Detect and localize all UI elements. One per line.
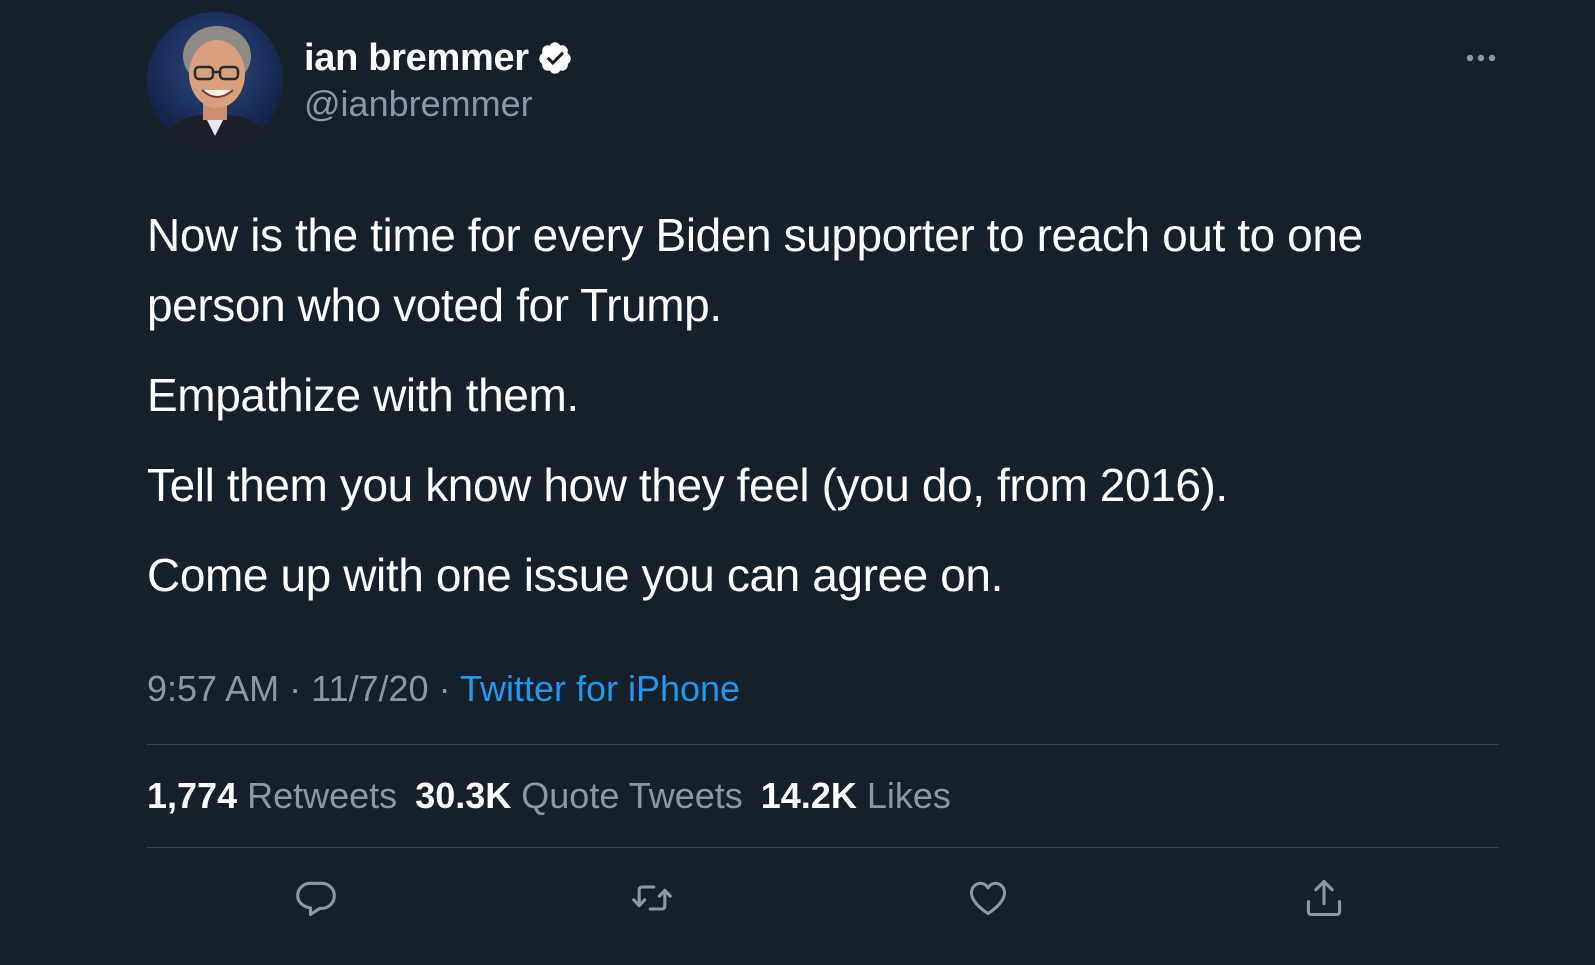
tweet-time[interactable]: 9:57 AM [147, 668, 279, 709]
likes-count: 14.2K [760, 775, 857, 816]
retweet-icon[interactable] [630, 876, 674, 920]
action-bar [0, 872, 1595, 928]
avatar-image [147, 12, 283, 148]
divider [147, 847, 1499, 848]
tweet-paragraph: Tell them you know how they feel (you do… [147, 459, 1228, 511]
tweet-paragraph: Empathize with them. [147, 369, 579, 421]
tweet-meta: 9:57 AM · 11/7/20 · Twitter for iPhone [147, 664, 740, 714]
meta-separator: · [289, 668, 302, 709]
avatar[interactable] [147, 12, 283, 148]
tweet-date[interactable]: 11/7/20 [311, 668, 428, 709]
likes-label: Likes [866, 775, 951, 816]
name-row: ian bremmer [304, 34, 573, 82]
share-icon[interactable] [1302, 876, 1346, 920]
display-name[interactable]: ian bremmer [304, 37, 529, 80]
tweet-paragraph: Now is the time for every Biden supporte… [147, 209, 1363, 331]
like-icon[interactable] [966, 876, 1010, 920]
quote-tweets-label: Quote Tweets [521, 775, 743, 816]
reply-icon[interactable] [294, 876, 338, 920]
retweets-label: Retweets [247, 775, 398, 816]
verified-badge-icon [539, 42, 571, 74]
retweets-count: 1,774 [147, 775, 238, 816]
quote-tweets-stat[interactable]: 30.3K Quote Tweets [415, 770, 743, 822]
likes-stat[interactable]: 14.2K Likes [761, 770, 951, 822]
tweet-source-link[interactable]: Twitter for iPhone [460, 668, 740, 709]
tweet-text: Now is the time for every Biden supporte… [147, 200, 1507, 630]
divider [147, 744, 1499, 745]
handle[interactable]: @ianbremmer [304, 82, 573, 126]
tweet-detail: ian bremmer @ianbremmer Now is the time … [0, 0, 1595, 965]
quote-tweets-count: 30.3K [415, 775, 512, 816]
tweet-paragraph: Come up with one issue you can agree on. [147, 549, 1003, 601]
retweets-stat[interactable]: 1,774 Retweets [147, 770, 397, 822]
tweet-stats: 1,774 Retweets 30.3K Quote Tweets 14.2K … [147, 770, 951, 822]
meta-separator: · [438, 668, 451, 709]
author-info[interactable]: ian bremmer @ianbremmer [304, 34, 573, 126]
more-options-icon[interactable] [1462, 46, 1502, 70]
